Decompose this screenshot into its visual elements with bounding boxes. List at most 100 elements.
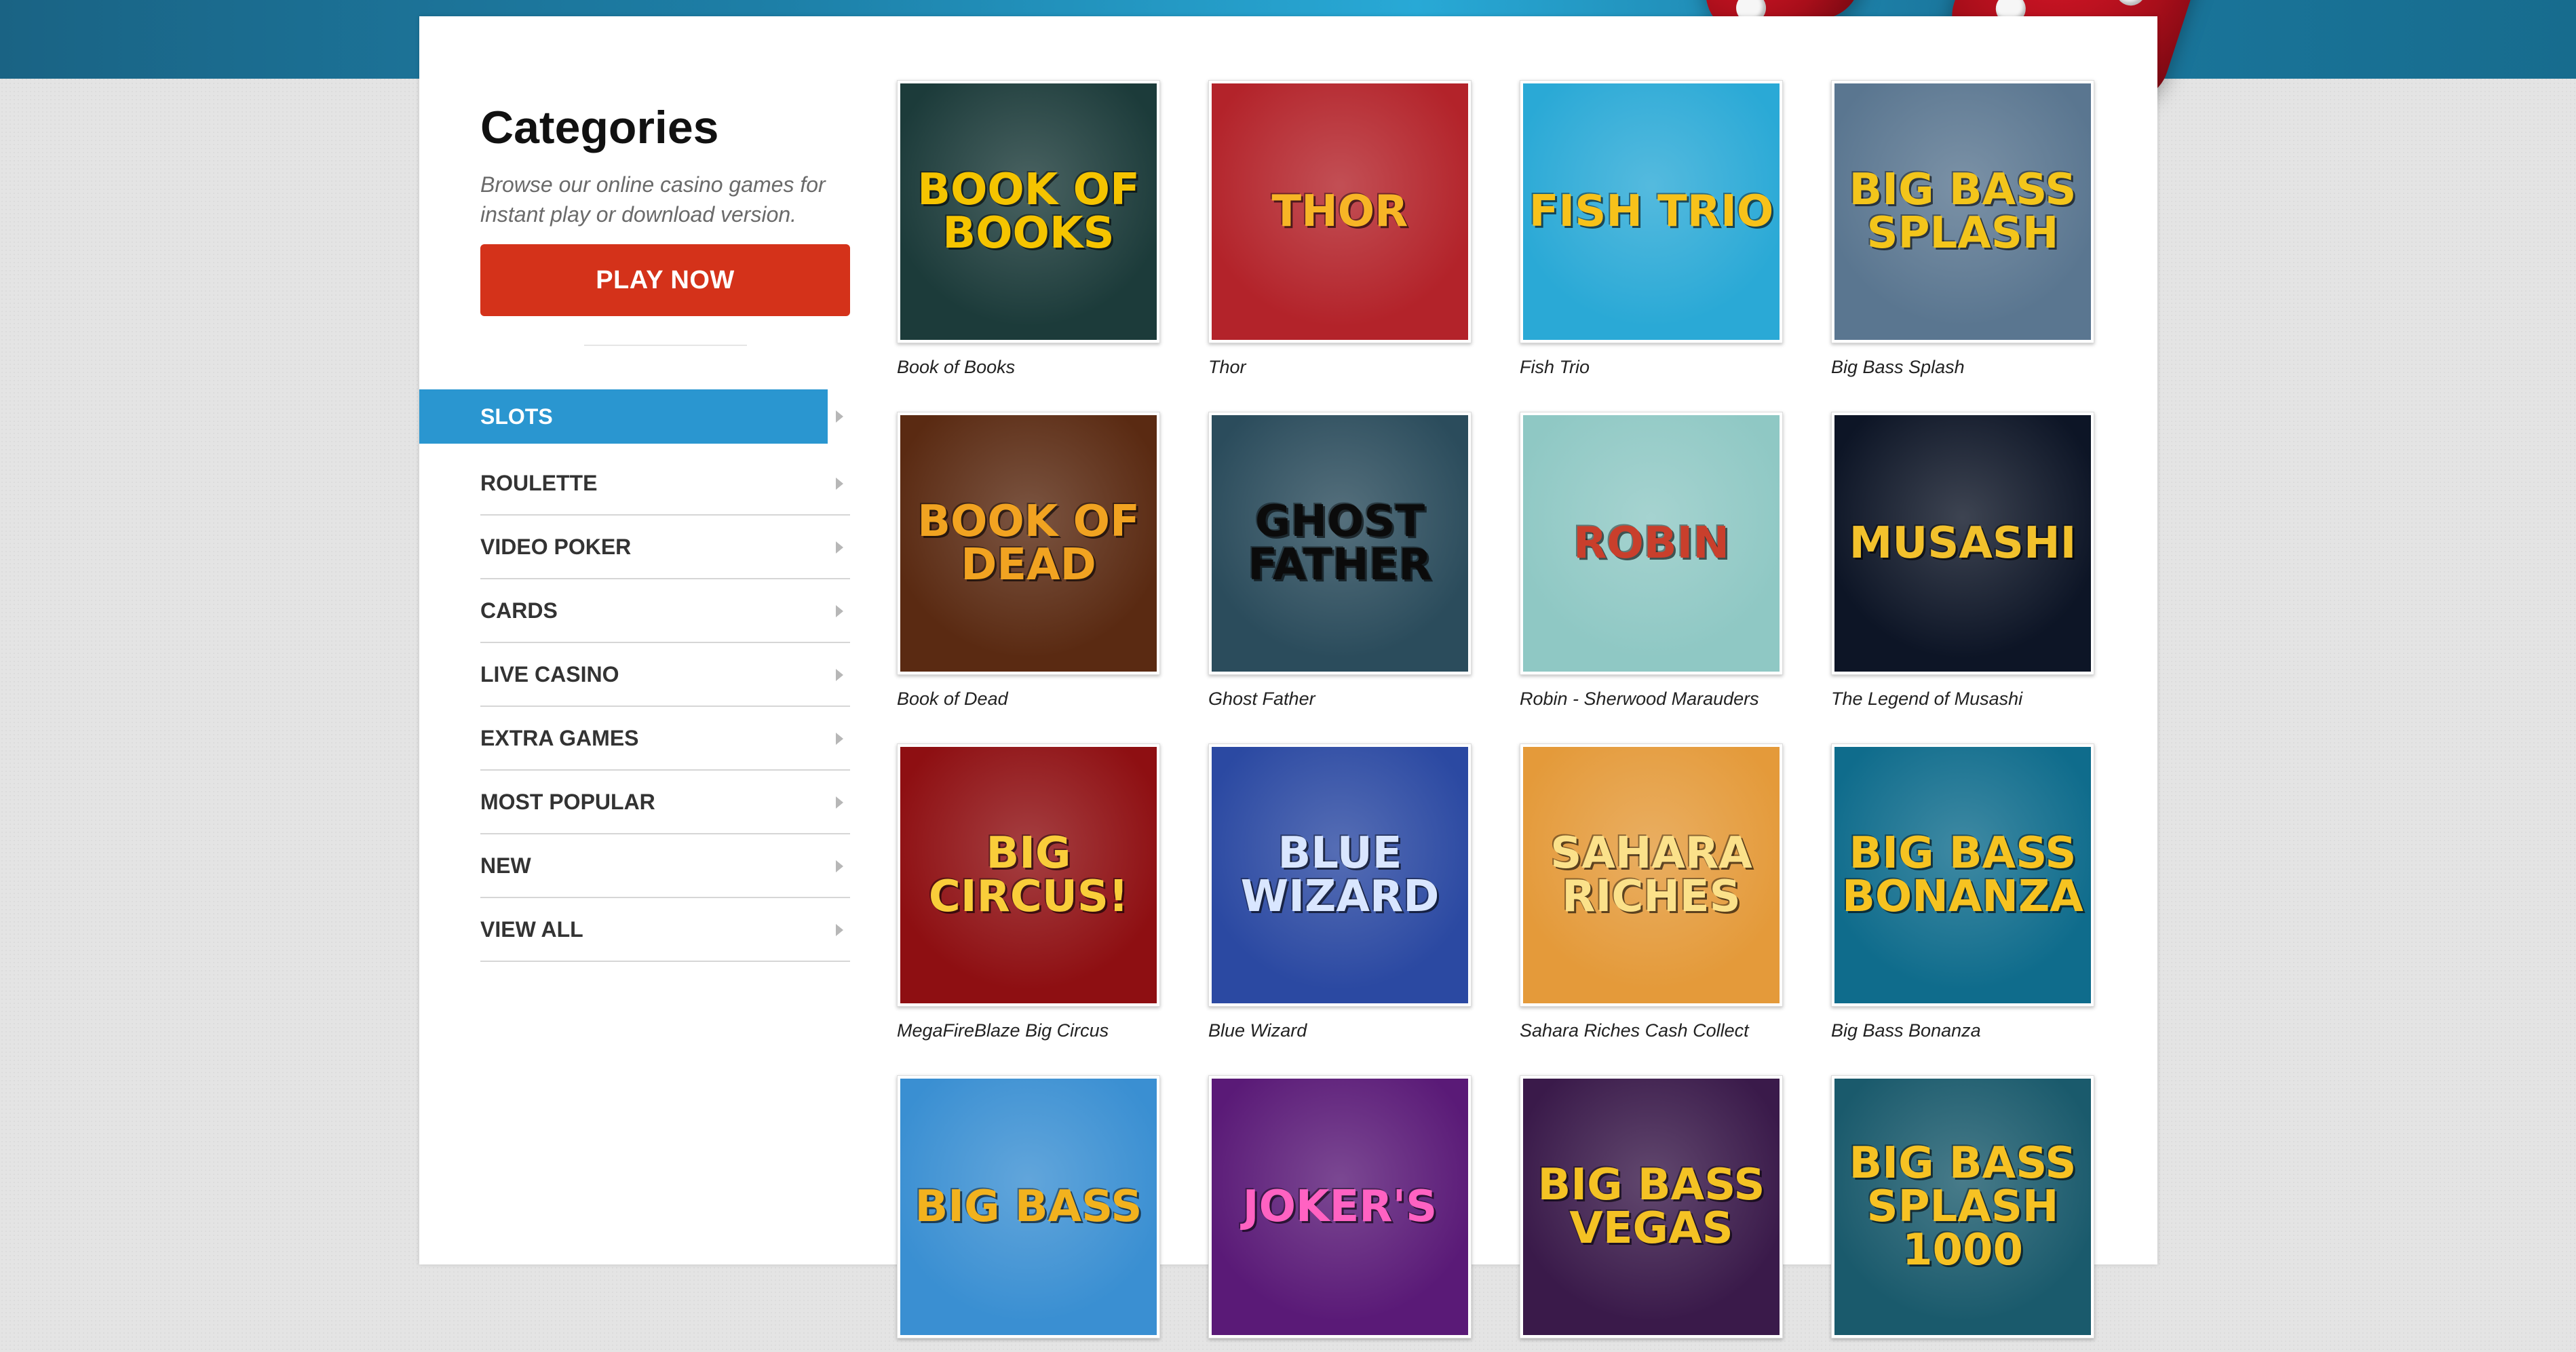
game-artwork: BLUE WIZARD	[1212, 747, 1468, 1003]
menu-item-most-popular[interactable]: MOST POPULAR	[480, 771, 850, 834]
game-thumbnail[interactable]: JOKER'S	[1208, 1075, 1472, 1338]
chevron-right-icon	[836, 860, 843, 872]
game-tile[interactable]: BIG BASS VEGAS	[1520, 1075, 1783, 1352]
categories-description: Browse our online casino games for insta…	[480, 172, 826, 227]
game-tile[interactable]: BLUE WIZARD Blue Wizard	[1208, 743, 1472, 1041]
game-tile[interactable]: BOOK OF DEAD Book of Dead	[897, 412, 1160, 710]
menu-item-label: ROULETTE	[480, 470, 598, 495]
game-title[interactable]: Big Bass Bonanza	[1831, 1020, 2094, 1041]
menu-item-label: VIDEO POKER	[480, 534, 632, 559]
menu-item-live-casino[interactable]: LIVE CASINO	[480, 643, 850, 707]
game-thumbnail[interactable]: BIG BASS SPLASH	[1831, 80, 2094, 343]
game-logo-text: ROBIN	[1573, 518, 1729, 568]
game-thumbnail[interactable]: BIG BASS VEGAS	[1520, 1075, 1783, 1338]
game-tile[interactable]: GHOST FATHER Ghost Father	[1208, 412, 1472, 710]
play-now-button[interactable]: PLAY NOW	[480, 244, 850, 316]
game-logo-text: GHOST FATHER	[1248, 497, 1432, 590]
categories-title: Categories	[480, 102, 719, 153]
game-thumbnail[interactable]: BOOK OF BOOKS	[897, 80, 1160, 343]
game-thumbnail[interactable]: BLUE WIZARD	[1208, 743, 1472, 1007]
game-thumbnail[interactable]: BOOK OF DEAD	[897, 412, 1160, 675]
game-logo-text: FISH TRIO	[1529, 187, 1774, 237]
game-logo-text: BIG BASS BONANZA	[1842, 828, 2083, 922]
game-title[interactable]: The Legend of Musashi	[1831, 689, 2094, 710]
game-tile[interactable]: BIG BASS	[897, 1075, 1160, 1352]
game-title[interactable]: MegaFireBlaze Big Circus	[897, 1020, 1160, 1041]
game-thumbnail[interactable]: BIG CIRCUS!	[897, 743, 1160, 1007]
game-artwork: BOOK OF DEAD	[900, 415, 1157, 672]
menu-item-cards[interactable]: CARDS	[480, 579, 850, 643]
game-logo-text: MUSASHI	[1849, 518, 2077, 568]
menu-item-label: EXTRA GAMES	[480, 725, 639, 750]
game-thumbnail[interactable]: GHOST FATHER	[1208, 412, 1472, 675]
chevron-right-icon	[836, 669, 843, 681]
game-logo-text: BIG BASS SPLASH	[1849, 165, 2077, 258]
game-logo-text: THOR	[1271, 187, 1408, 237]
chevron-right-icon	[836, 478, 843, 490]
game-title[interactable]: Sahara Riches Cash Collect	[1520, 1020, 1783, 1041]
game-title[interactable]: Ghost Father	[1208, 689, 1472, 710]
menu-item-label: CARDS	[480, 598, 558, 623]
game-logo-text: JOKER'S	[1242, 1182, 1438, 1232]
game-artwork: THOR	[1212, 83, 1468, 340]
game-tile[interactable]: ROBIN Robin - Sherwood Marauders	[1520, 412, 1783, 710]
game-artwork: MUSASHI	[1834, 415, 2091, 672]
menu-item-label: LIVE CASINO	[480, 661, 619, 687]
game-thumbnail[interactable]: FISH TRIO	[1520, 80, 1783, 343]
chevron-right-icon	[836, 605, 843, 617]
game-tile[interactable]: BOOK OF BOOKS Book of Books	[897, 80, 1160, 378]
game-tile[interactable]: MUSASHI The Legend of Musashi	[1831, 412, 2094, 710]
game-artwork: ROBIN	[1523, 415, 1780, 672]
game-tile[interactable]: THOR Thor	[1208, 80, 1472, 378]
game-title[interactable]: Book of Books	[897, 357, 1160, 378]
chevron-right-icon	[836, 541, 843, 554]
game-tile[interactable]: BIG CIRCUS! MegaFireBlaze Big Circus	[897, 743, 1160, 1041]
game-artwork: BIG BASS	[900, 1079, 1157, 1335]
game-logo-text: BIG BASS VEGAS	[1537, 1160, 1765, 1254]
game-title[interactable]: Book of Dead	[897, 689, 1160, 710]
game-logo-text: BOOK OF DEAD	[917, 497, 1140, 590]
game-thumbnail[interactable]: MUSASHI	[1831, 412, 2094, 675]
menu-item-label: MOST POPULAR	[480, 789, 655, 814]
menu-item-slots[interactable]: SLOTS	[419, 389, 850, 444]
menu-item-extra-games[interactable]: EXTRA GAMES	[480, 707, 850, 771]
game-tile[interactable]: SAHARA RICHES Sahara Riches Cash Collect	[1520, 743, 1783, 1041]
game-thumbnail[interactable]: THOR	[1208, 80, 1472, 343]
game-title[interactable]: Thor	[1208, 357, 1472, 378]
game-artwork: FISH TRIO	[1523, 83, 1780, 340]
game-tile[interactable]: FISH TRIO Fish Trio	[1520, 80, 1783, 378]
game-artwork: BIG CIRCUS!	[900, 747, 1157, 1003]
game-thumbnail[interactable]: BIG BASS	[897, 1075, 1160, 1338]
game-title[interactable]: Blue Wizard	[1208, 1020, 1472, 1041]
chevron-right-icon	[836, 924, 843, 936]
chevron-right-icon	[836, 410, 843, 423]
menu-item-label: SLOTS	[480, 404, 553, 429]
game-thumbnail[interactable]: BIG BASS BONANZA	[1831, 743, 2094, 1007]
menu-item-view-all[interactable]: VIEW ALL	[480, 898, 850, 962]
game-logo-text: BLUE WIZARD	[1240, 828, 1440, 922]
category-menu: SLOTS ROULETTE VIDEO POKER CARDS LIVE CA…	[419, 389, 850, 962]
game-logo-text: SAHARA RICHES	[1550, 828, 1752, 922]
menu-item-label: NEW	[480, 853, 531, 878]
game-title[interactable]: Big Bass Splash	[1831, 357, 2094, 378]
menu-item-roulette[interactable]: ROULETTE	[480, 452, 850, 516]
game-tile[interactable]: JOKER'S	[1208, 1075, 1472, 1352]
menu-item-new[interactable]: NEW	[480, 834, 850, 898]
game-title[interactable]: Fish Trio	[1520, 357, 1783, 378]
game-tile[interactable]: BIG BASS SPLASH Big Bass Splash	[1831, 80, 2094, 378]
divider	[583, 345, 747, 346]
game-thumbnail[interactable]: ROBIN	[1520, 412, 1783, 675]
game-logo-text: BIG CIRCUS!	[928, 828, 1129, 922]
game-artwork: BIG BASS SPLASH	[1834, 83, 2091, 340]
game-artwork: BIG BASS SPLASH 1000	[1834, 1079, 2091, 1335]
game-thumbnail[interactable]: SAHARA RICHES	[1520, 743, 1783, 1007]
menu-item-video-poker[interactable]: VIDEO POKER	[480, 516, 850, 579]
game-logo-text: BOOK OF BOOKS	[917, 165, 1140, 258]
game-artwork: GHOST FATHER	[1212, 415, 1468, 672]
game-title[interactable]: Robin - Sherwood Marauders	[1520, 689, 1783, 710]
game-thumbnail[interactable]: BIG BASS SPLASH 1000	[1831, 1075, 2094, 1338]
game-logo-text: BIG BASS SPLASH 1000	[1849, 1138, 2077, 1275]
content-panel: Categories Browse our online casino game…	[419, 16, 2157, 1338]
game-tile[interactable]: BIG BASS BONANZA Big Bass Bonanza	[1831, 743, 2094, 1041]
game-tile[interactable]: BIG BASS SPLASH 1000	[1831, 1075, 2094, 1352]
